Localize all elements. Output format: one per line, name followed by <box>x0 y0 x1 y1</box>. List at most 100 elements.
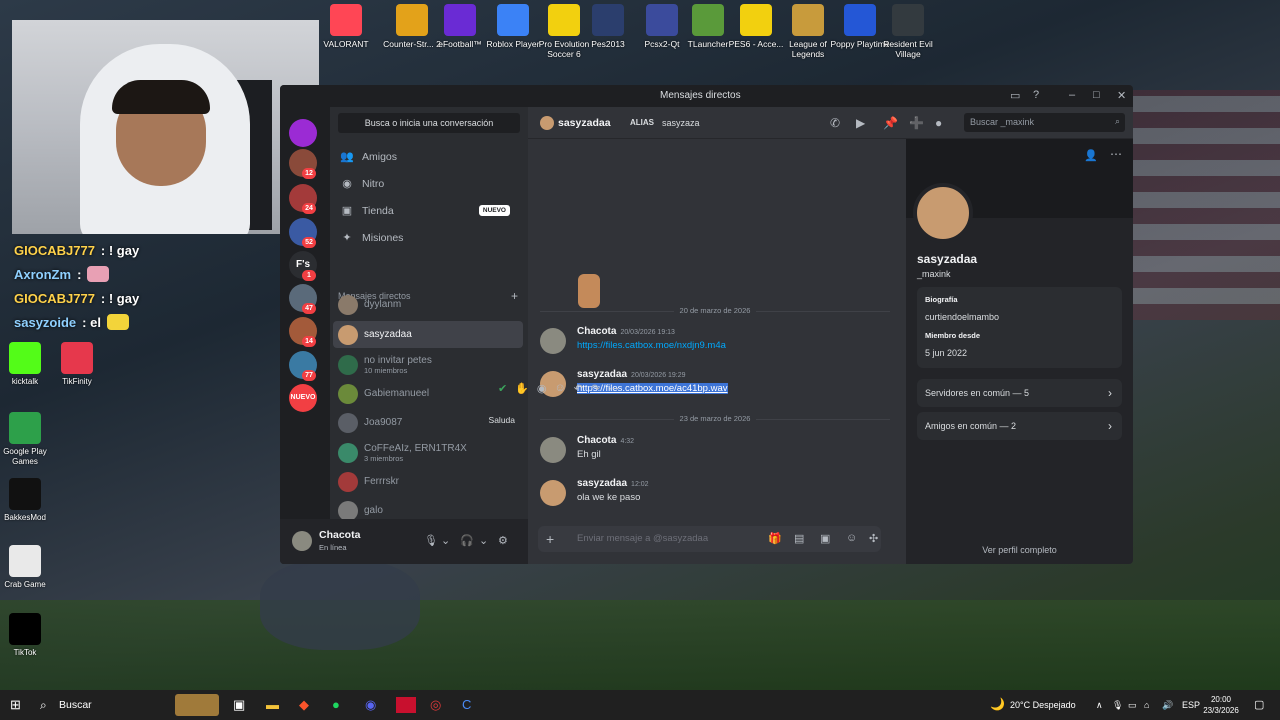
profile-more-icon[interactable]: ⋯ <box>1110 147 1122 161</box>
dm-item[interactable]: sasyzadaa <box>333 321 523 348</box>
tray-device-icon[interactable]: ▭ <box>1128 700 1137 711</box>
date-divider: 23 de marzo de 2026 <box>540 414 890 424</box>
minimize-icon[interactable]: – <box>1069 89 1075 101</box>
mutual-friends-row[interactable]: Amigos en común — 2 › <box>917 412 1122 440</box>
react-custom-icon[interactable]: ◉ <box>537 382 547 398</box>
gif-icon[interactable]: ▤ <box>794 532 804 545</box>
add-reaction-icon[interactable]: ☺ <box>555 382 566 398</box>
message-composer[interactable]: + Enviar mensaje a @sasyzadaa 🎁 ▤ ▣ ☺ ✣ <box>538 526 881 552</box>
maximize-icon[interactable]: □ <box>1093 89 1100 101</box>
desktop-icon[interactable]: VALORANT <box>310 4 382 49</box>
dm-item[interactable]: no invitar petes 10 miembros <box>333 351 523 378</box>
message-hover-toolbar: ✔ ✋ ◉ ☺ ↶ ↷ ⋯ <box>498 382 648 398</box>
dm-search-button[interactable]: Busca o inicia una conversación <box>338 113 520 133</box>
obs-icon[interactable]: ◎ <box>430 697 441 713</box>
message-author[interactable]: Chacota <box>577 435 616 446</box>
app-c-icon[interactable]: C <box>462 697 471 712</box>
dm-text: sasyzadaa <box>364 329 412 340</box>
sticker-icon[interactable]: ▣ <box>820 532 830 545</box>
brave-browser-icon[interactable]: ◆ <box>299 697 309 713</box>
attach-plus-icon[interactable]: + <box>546 531 554 547</box>
nav-nitro[interactable]: ◉ Nitro <box>338 172 520 196</box>
dm-name: CoFFeAIz, ERN1TR4X <box>364 442 467 454</box>
inbox-icon[interactable]: ▭ <box>1010 89 1020 102</box>
close-icon[interactable]: ✕ <box>1117 89 1126 102</box>
message-avatar[interactable] <box>540 437 566 463</box>
discord-taskbar-icon[interactable]: ◉ <box>365 697 376 713</box>
taskbar-clock[interactable]: 20:00 23/3/2026 <box>1198 694 1244 716</box>
react-check-icon[interactable]: ✔ <box>498 382 507 398</box>
emoji-icon[interactable]: ☺ <box>846 532 857 544</box>
forward-icon[interactable]: ↷ <box>591 382 600 398</box>
weather-text[interactable]: 20°C Despejado <box>1010 700 1076 710</box>
notifications-icon[interactable]: ▢ <box>1254 698 1264 711</box>
desktop-icon[interactable]: kicktalk <box>0 342 50 387</box>
server-mention-badge: 14 <box>302 336 316 347</box>
message-avatar[interactable] <box>540 480 566 506</box>
add-friend-icon[interactable]: 👤 <box>1084 149 1098 162</box>
desktop-icon[interactable]: Google Play Games <box>0 412 50 467</box>
headphones-icon[interactable]: 🎧 <box>460 534 474 547</box>
server-icon[interactable] <box>289 119 317 147</box>
spotify-icon[interactable]: ● <box>332 697 340 712</box>
nav-friends[interactable]: 👥 Amigos <box>338 145 520 169</box>
app-icon <box>740 4 772 36</box>
message-avatar[interactable] <box>540 328 566 354</box>
desktop-icon[interactable]: TikFinity <box>52 342 102 387</box>
chat-header: sasyzadaa ALIAS sasyzaza ✆ ▶ 📌 ➕ ● Busca… <box>528 107 1133 139</box>
mic-options-chevron-icon[interactable]: ⌄ <box>441 534 450 547</box>
tray-volume-icon[interactable]: 🔊 <box>1162 700 1173 711</box>
mutual-servers-row[interactable]: Servidores en común — 5 › <box>917 379 1122 407</box>
dm-item[interactable]: Joa9087 Saluda <box>333 409 523 436</box>
dm-item[interactable]: CoFFeAIz, ERN1TR4X 3 miembros <box>333 439 523 466</box>
desktop-icon[interactable]: Crab Game <box>0 545 50 590</box>
message-header: sasyzadaa 20/03/2026 19:29 <box>577 369 686 380</box>
voice-call-icon[interactable]: ✆ <box>830 116 840 130</box>
more-options-icon[interactable]: ⋯ <box>608 382 619 398</box>
message-author[interactable]: sasyzadaa <box>577 478 627 489</box>
react-hand-icon[interactable]: ✋ <box>515 382 529 398</box>
message-author[interactable]: sasyzadaa <box>577 369 627 380</box>
profile-avatar[interactable] <box>913 183 973 243</box>
dm-avatar <box>338 442 358 463</box>
dm-item[interactable]: Ferrrskr <box>333 468 523 495</box>
audio-options-chevron-icon[interactable]: ⌄ <box>479 534 488 547</box>
dm-item[interactable]: Gabiemanueel <box>333 380 523 407</box>
video-call-icon[interactable]: ▶ <box>856 116 865 130</box>
view-full-profile-link[interactable]: Ver perfil completo <box>906 545 1133 555</box>
desktop-icon[interactable]: Resident Evil Village <box>872 4 944 59</box>
message-search-input[interactable]: Buscar _maxink ⌕ <box>964 113 1125 132</box>
windows-start-icon[interactable]: ⊞ <box>10 697 21 713</box>
add-friends-to-dm-icon[interactable]: ➕ <box>909 116 924 130</box>
tray-mic-icon[interactable]: 🎙 <box>1112 700 1123 711</box>
wave-button[interactable]: Saluda <box>489 415 515 425</box>
settings-gear-icon[interactable]: ⚙ <box>498 534 508 547</box>
pinned-messages-icon[interactable]: 📌 <box>883 116 898 130</box>
message-timestamp: 20/03/2026 19:13 <box>620 329 675 336</box>
message-author[interactable]: Chacota <box>577 326 616 337</box>
tray-chevron-icon[interactable]: ∧ <box>1096 700 1103 711</box>
file-explorer-icon[interactable]: ▬ <box>266 697 279 712</box>
gift-icon[interactable]: 🎁 <box>768 532 782 545</box>
nav-quests[interactable]: ✦ Misiones <box>338 226 520 250</box>
user-profile-icon[interactable]: ● <box>935 116 942 130</box>
server-icon[interactable]: NUEVO <box>289 384 317 412</box>
search-icon: ⌕ <box>1114 116 1120 126</box>
dm-avatar <box>338 412 358 433</box>
user-avatar[interactable] <box>292 531 312 551</box>
desktop-icon[interactable]: BakkesMod <box>0 478 50 523</box>
help-icon[interactable]: ? <box>1033 89 1039 101</box>
app-icon <box>330 4 362 36</box>
voicemeeter-icon[interactable] <box>396 697 416 713</box>
apps-icon[interactable]: ✣ <box>869 532 878 545</box>
nav-shop[interactable]: ▣ Tienda NUEVO <box>338 199 520 223</box>
desktop-icon[interactable]: TikTok <box>0 613 50 658</box>
nav-label: Amigos <box>362 151 398 163</box>
tray-network-icon[interactable]: ⌂ <box>1144 700 1149 710</box>
message-link[interactable]: https://files.catbox.moe/nxdjn9.m4a <box>577 340 726 351</box>
search-highlight-image <box>175 694 219 716</box>
reply-icon[interactable]: ↶ <box>574 382 583 398</box>
microphone-icon[interactable]: 🎙 <box>424 534 438 547</box>
dm-item[interactable]: dyylanm <box>333 291 523 318</box>
task-view-icon[interactable]: ▣ <box>233 697 245 713</box>
